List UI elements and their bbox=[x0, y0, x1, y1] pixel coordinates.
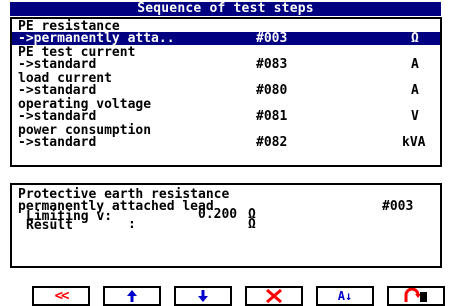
first-step-button[interactable]: << bbox=[32, 286, 90, 306]
delete-x-icon bbox=[266, 289, 282, 303]
step-variant: ->standard bbox=[18, 83, 97, 98]
step-detail[interactable]: ->standard #083 A bbox=[12, 58, 440, 71]
result-separator: : bbox=[128, 217, 136, 232]
step-variant: ->standard bbox=[18, 57, 97, 72]
step-id: #082 bbox=[256, 135, 288, 150]
list-item[interactable]: load current ->standard #080 A bbox=[12, 72, 440, 99]
step-variant: ->standard bbox=[18, 135, 97, 150]
step-variant: ->permanently atta.. bbox=[18, 31, 175, 46]
limit-value: 0.200 bbox=[198, 207, 238, 222]
step-unit: Ω bbox=[411, 31, 419, 46]
arrow-down-icon bbox=[198, 290, 208, 302]
step-unit: A bbox=[411, 57, 419, 72]
result-unit: Ω bbox=[248, 217, 256, 232]
step-detail[interactable]: ->standard #081 V bbox=[12, 110, 440, 123]
move-up-button[interactable] bbox=[103, 286, 161, 306]
list-item[interactable]: PE test current ->standard #083 A bbox=[12, 46, 440, 73]
detail-id: #003 bbox=[382, 199, 414, 214]
double-chevron-left-icon: << bbox=[54, 288, 70, 304]
step-variant: ->standard bbox=[18, 109, 97, 124]
toolbar: << A↓ bbox=[0, 286, 452, 306]
step-detail-panel: Protective earth resistance permanently … bbox=[10, 183, 442, 268]
step-id: #081 bbox=[256, 109, 288, 124]
window-title: Sequence of test steps bbox=[10, 2, 441, 16]
list-item[interactable]: power consumption ->standard #082 kVA bbox=[12, 124, 440, 151]
step-detail-selected[interactable]: ->permanently atta.. #003 Ω bbox=[12, 32, 440, 45]
sort-icon: A↓ bbox=[337, 289, 353, 303]
test-step-list: PE resistance ->permanently atta.. #003 … bbox=[10, 17, 442, 167]
delete-step-button[interactable] bbox=[245, 286, 303, 306]
sort-button[interactable]: A↓ bbox=[316, 286, 374, 306]
step-detail[interactable]: ->standard #080 A bbox=[12, 84, 440, 97]
step-id: #083 bbox=[256, 57, 288, 72]
move-down-button[interactable] bbox=[174, 286, 232, 306]
step-unit: A bbox=[411, 83, 419, 98]
exit-button[interactable] bbox=[387, 286, 445, 306]
list-item[interactable]: PE resistance ->permanently atta.. #003 … bbox=[12, 20, 440, 47]
step-unit: kVA bbox=[402, 135, 426, 150]
step-unit: V bbox=[411, 109, 419, 124]
step-detail[interactable]: ->standard #082 kVA bbox=[12, 136, 440, 149]
result-label: Result bbox=[26, 218, 73, 233]
exit-door-icon bbox=[404, 288, 427, 302]
step-id: #003 bbox=[256, 31, 288, 46]
arrow-up-icon bbox=[127, 290, 137, 302]
list-item[interactable]: operating voltage ->standard #081 V bbox=[12, 98, 440, 125]
step-id: #080 bbox=[256, 83, 288, 98]
